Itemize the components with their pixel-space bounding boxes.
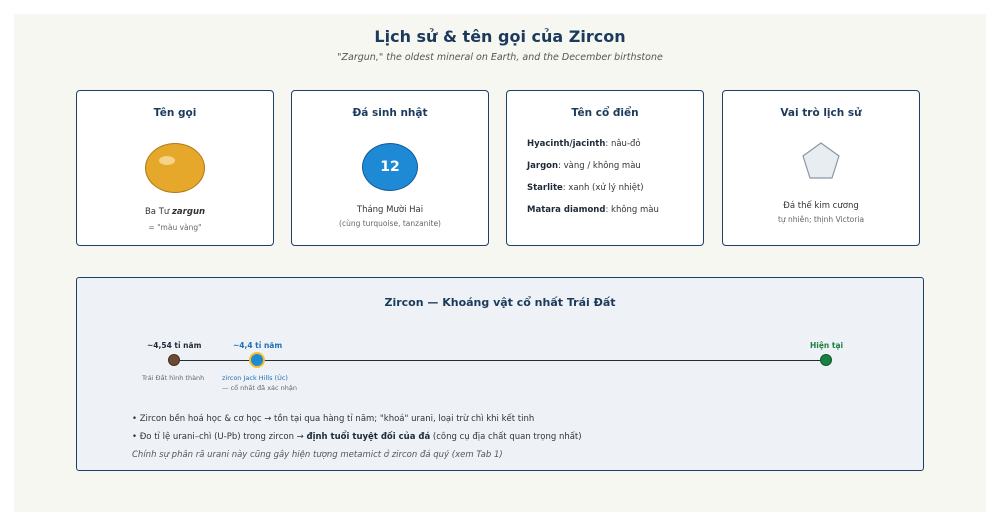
card-history-line1: Đá thế kim cương <box>783 201 859 211</box>
bullet-dating: • Đo tỉ lệ urani–chì (U-Pb) trong zircon… <box>132 432 582 442</box>
event-jackhills-label: ~4,4 tỉ năm <box>233 341 283 350</box>
timeline-title: Zircon — Khoáng vật cổ nhất Trái Đất <box>384 296 616 309</box>
card-birthstone-title: Đá sinh nhật <box>352 107 428 119</box>
month-number-badge: 12 <box>362 143 418 191</box>
persian-prefix: Ba Tư <box>144 207 172 217</box>
classic-item-name: Hyacinth/jacinth <box>527 139 606 149</box>
event-jackhills-dot <box>249 352 265 368</box>
card-history-line2: tự nhiên; thịnh Victoria <box>777 215 865 224</box>
card-name: Tên gọi Ba Tư zargun = "màu vàng" <box>76 90 274 246</box>
zargun-word: zargun <box>171 207 206 217</box>
classic-item-starlite: Starlite: xanh (xử lý nhiệt) <box>527 183 644 193</box>
classic-item-name: Matara diamond <box>527 205 606 215</box>
bullet-dating-bold: định tuổi tuyệt đối của đá <box>306 432 431 442</box>
zircon-gem-icon <box>145 143 205 193</box>
card-history-title: Vai trò lịch sử <box>780 107 862 119</box>
classic-item-name: Jargon <box>527 161 559 171</box>
classic-item-desc: : xanh (xử lý nhiệt) <box>562 183 644 193</box>
card-history: Vai trò lịch sử Đá thế kim cương tự nhiê… <box>722 90 920 246</box>
classic-item-desc: : vàng / không màu <box>558 161 641 171</box>
event-present-label: Hiện tại <box>810 341 844 350</box>
card-name-line1: Ba Tư zargun <box>77 207 273 217</box>
page-title: Lịch sử & tên gọi của Zircon <box>374 27 626 46</box>
card-name-title: Tên gọi <box>153 107 197 119</box>
classic-item-desc: : nâu-đỏ <box>605 139 641 149</box>
event-jackhills-sub1: zircon Jack Hills (Úc) <box>222 374 288 382</box>
bullet-durability: • Zircon bền hoá học & cơ học → tồn tại … <box>132 414 535 424</box>
event-earth-dot <box>168 354 180 366</box>
pentagon-gem-icon <box>802 142 840 179</box>
classic-item-hyacinth: Hyacinth/jacinth: nâu-đỏ <box>527 139 641 149</box>
classic-item-jargon: Jargon: vàng / không màu <box>527 161 641 171</box>
page-subtitle: "Zargun," the oldest mineral on Earth, a… <box>337 52 663 63</box>
timeline-panel: Zircon — Khoáng vật cổ nhất Trái Đất ~4,… <box>76 277 924 471</box>
event-present-dot <box>820 354 832 366</box>
event-earth-label: ~4,54 tỉ năm <box>147 341 202 350</box>
classic-item-matara: Matara diamond: không màu <box>527 205 659 215</box>
classic-item-desc: : không màu <box>605 205 659 215</box>
gem-shine <box>159 156 175 165</box>
card-classic-title: Tên cổ điển <box>571 107 639 119</box>
card-name-line2: = "màu vàng" <box>148 223 202 232</box>
bullet-dating-prefix: • Đo tỉ lệ urani–chì (U-Pb) trong zircon… <box>132 432 307 442</box>
classic-item-name: Starlite <box>527 183 563 193</box>
event-earth-sub: Trái Đất hình thành <box>142 374 205 382</box>
event-jackhills-sub2: — cổ nhất đã xác nhận <box>222 384 298 392</box>
metamict-note: Chính sự phân rã urani này cũng gây hiện… <box>132 450 503 460</box>
timeline-axis <box>174 360 828 361</box>
bullet-dating-suffix: (công cụ địa chất quan trọng nhất) <box>430 432 582 442</box>
card-birthstone: Đá sinh nhật 12 Tháng Mười Hai (cùng tur… <box>291 90 489 246</box>
card-birthstone-line2: (cùng turquoise, tanzanite) <box>339 219 441 228</box>
card-classic-names: Tên cổ điển Hyacinth/jacinth: nâu-đỏ Jar… <box>506 90 704 246</box>
card-birthstone-line1: Tháng Mười Hai <box>356 205 424 215</box>
